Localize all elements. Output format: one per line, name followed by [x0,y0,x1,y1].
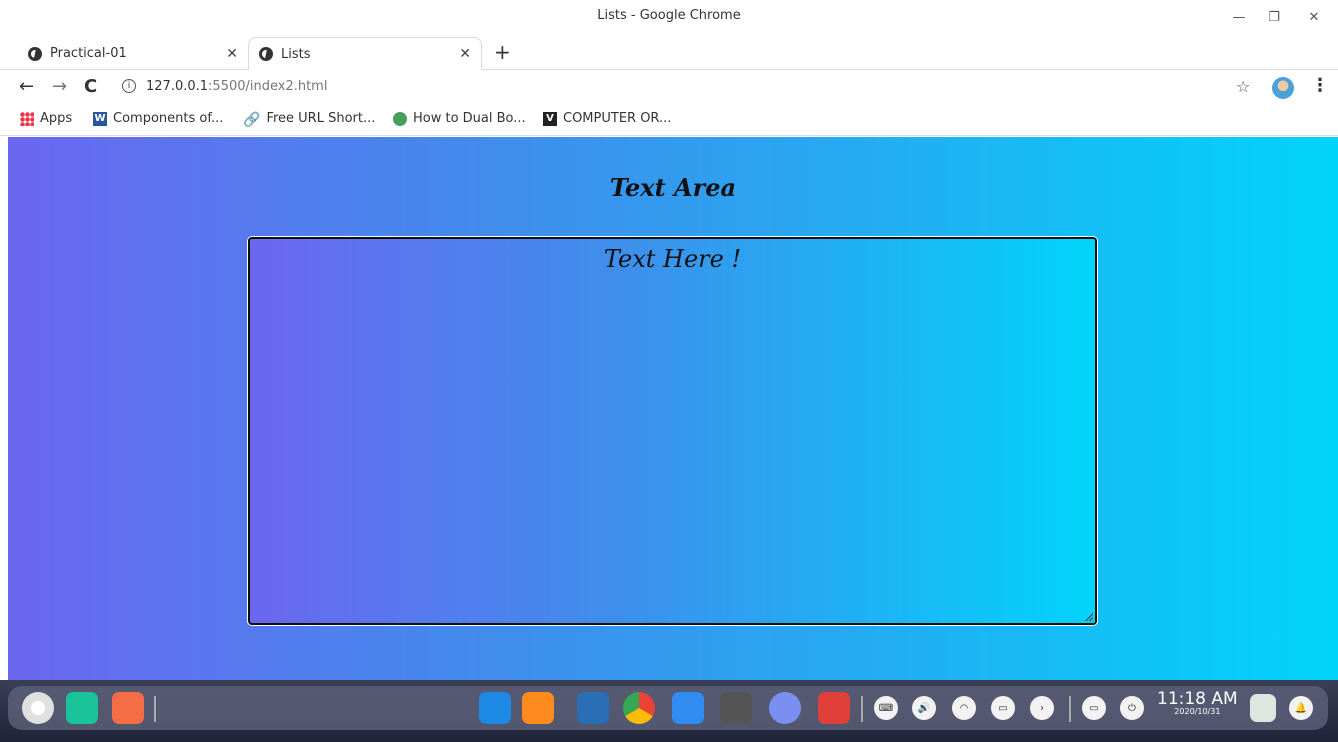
maximize-button[interactable]: ❐ [1262,6,1286,28]
address-bar[interactable]: 127.0.0.1:5500/index2.html [146,79,327,94]
browser-toolbar: ← → C i 127.0.0.1:5500/index2.html ☆ ⋮ [0,70,1338,106]
v-icon: V [543,111,557,126]
dock-separator [861,696,863,722]
tab-label: Practical-01 [50,46,127,61]
power-icon[interactable]: ⏻ [1120,696,1144,720]
url-host: 127.0.0.1 [146,79,209,94]
bookmark-apps[interactable]: Apps [20,111,72,126]
bookmark-label: Apps [40,111,73,126]
terminal-icon[interactable] [818,692,850,724]
close-tab-icon[interactable]: ✕ [459,46,471,62]
text-area[interactable]: Text Here ! [248,237,1097,625]
dock-separator [1069,696,1071,722]
bookmark-components[interactable]: W Components of... [93,111,223,126]
apps-grid-icon [20,111,34,126]
window-title: Lists - Google Chrome [597,8,741,23]
battery-icon[interactable]: ▭ [991,696,1015,720]
expand-tray-icon[interactable]: › [1030,696,1054,720]
page-content: Text Area Text Here ! [8,137,1338,680]
dualboot-icon [393,111,407,126]
reload-button[interactable]: C [84,76,97,97]
app-store-icon[interactable] [522,692,554,724]
tab-strip: Practical-01 ✕ Lists ✕ [0,34,1338,70]
link-icon: 🔗 [243,111,261,128]
volume-icon[interactable]: 🔊 [912,696,936,720]
bookmark-label: COMPUTER OR... [563,111,672,126]
globe-icon [259,47,273,61]
tab-label: Lists [281,46,311,62]
taskbar-dock: ⌨ 🔊 ◠ ▭ › ▭ ⏻ 11:18 AM 2020/10/31 🔔 [8,686,1328,730]
bookmark-dual-boot[interactable]: How to Dual Bo... [393,111,526,126]
new-tab-button[interactable]: + [494,40,511,64]
globe-icon [28,46,42,61]
clock-time: 11:18 AM [1157,689,1238,709]
bookmark-label: Components of... [113,111,224,126]
bookmark-star-icon[interactable]: ☆ [1236,77,1250,96]
workspace-icon[interactable] [112,692,144,724]
settings-gear-icon[interactable] [769,692,801,724]
title-bar: Lists - Google Chrome — ❐ ✕ [0,0,1338,34]
sublime-text-icon[interactable] [720,692,752,724]
clock[interactable]: 11:18 AM 2020/10/31 [1157,689,1238,716]
url-path: :5500/index2.html [208,79,328,94]
bookmarks-bar: Apps W Components of... 🔗 Free URL Short… [0,106,1338,136]
bell-icon[interactable]: 🔔 [1289,696,1313,720]
bookmark-free-url[interactable]: 🔗 Free URL Short... [243,111,376,128]
keyboard-icon[interactable]: ⌨ [874,696,898,720]
dock-separator [154,696,156,722]
close-tab-icon[interactable]: ✕ [226,46,238,62]
wifi-icon[interactable]: ◠ [952,696,976,720]
back-button[interactable]: ← [19,76,34,97]
document-viewer-icon[interactable] [672,692,704,724]
launcher-icon[interactable] [22,692,54,724]
multitask-view-icon[interactable] [66,692,98,724]
page-heading: Text Area [609,173,737,202]
file-manager-icon[interactable] [479,692,511,724]
bookmark-computer-or[interactable]: V COMPUTER OR... [543,111,671,126]
bookmark-label: How to Dual Bo... [413,111,526,126]
vscode-icon[interactable] [577,692,609,724]
word-icon: W [93,111,107,126]
close-window-button[interactable]: ✕ [1302,6,1326,28]
notification-center-icon[interactable]: ▭ [1082,696,1106,720]
chrome-icon[interactable] [623,692,655,724]
resize-handle[interactable] [1085,613,1093,621]
textarea-placeholder: Text Here ! [603,245,742,273]
forward-button[interactable]: → [52,76,67,97]
trash-icon[interactable] [1250,694,1276,722]
profile-avatar[interactable] [1272,77,1294,99]
bookmark-label: Free URL Short... [266,111,376,126]
tab-practical-01[interactable]: Practical-01 ✕ [18,37,248,70]
more-menu-icon[interactable]: ⋮ [1311,75,1329,96]
minimize-button[interactable]: — [1227,6,1251,28]
tab-lists[interactable]: Lists ✕ [248,37,482,70]
site-info-icon[interactable]: i [122,79,136,93]
